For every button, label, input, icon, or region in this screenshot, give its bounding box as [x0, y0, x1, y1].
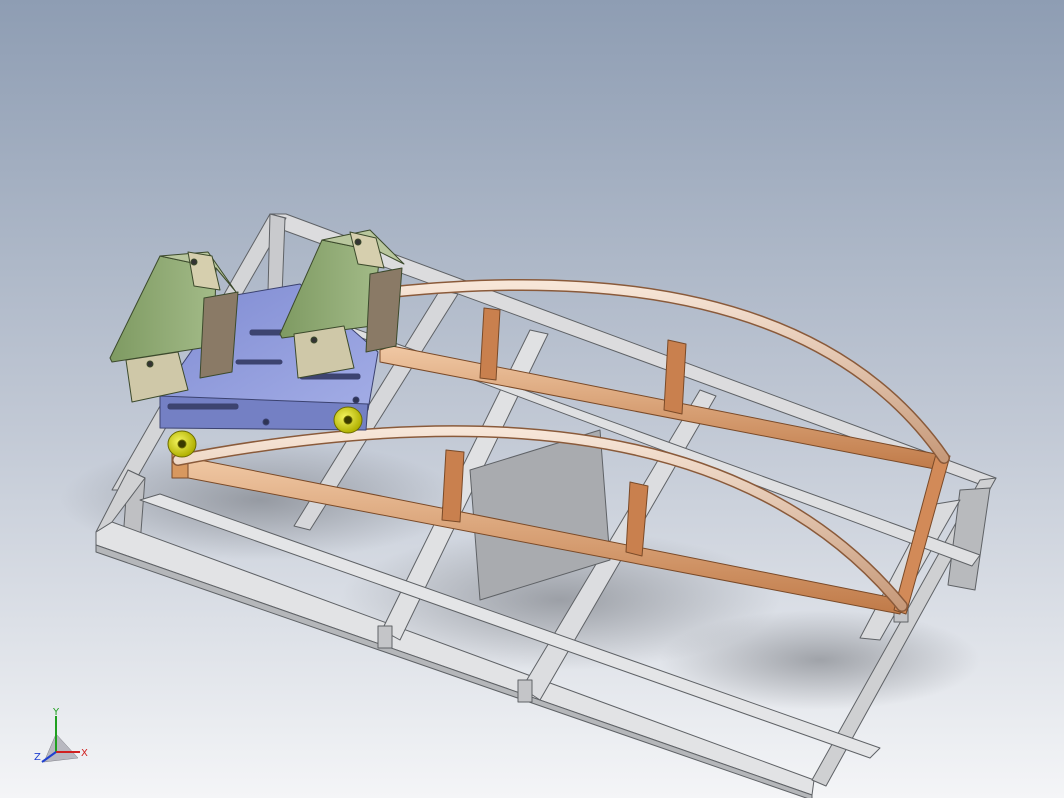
seat-left-bolt-1 — [146, 360, 154, 368]
triad-x-label: X — [81, 748, 88, 759]
wheel-front-hub — [177, 439, 187, 449]
assembly-model-view[interactable]: Y X Z — [0, 0, 1064, 798]
rail-post-front-1 — [441, 449, 465, 523]
seat-left-frame — [199, 291, 239, 379]
frame-joint-2 — [517, 679, 533, 703]
wheel-rear-hub — [343, 415, 353, 425]
carriage-slot-1 — [167, 403, 239, 410]
rail-post-back-1 — [479, 307, 501, 381]
frame-joint-1 — [377, 625, 393, 649]
seat-right-frame — [365, 267, 403, 353]
triad-y-label: Y — [52, 707, 60, 718]
carriage-bolt-2 — [352, 396, 360, 404]
rail-post-back-2 — [663, 339, 687, 415]
seat-left-bolt-2 — [190, 258, 198, 266]
carriage-slot-4 — [235, 359, 283, 365]
seat-right-bolt-1 — [310, 336, 318, 344]
triad-z-label: Z — [34, 752, 41, 763]
carriage-bolt-1 — [262, 418, 270, 426]
seat-right-bolt-2 — [354, 238, 362, 246]
cad-viewport[interactable]: Y X Z — [0, 0, 1064, 798]
frame-post-back-left — [267, 213, 286, 297]
